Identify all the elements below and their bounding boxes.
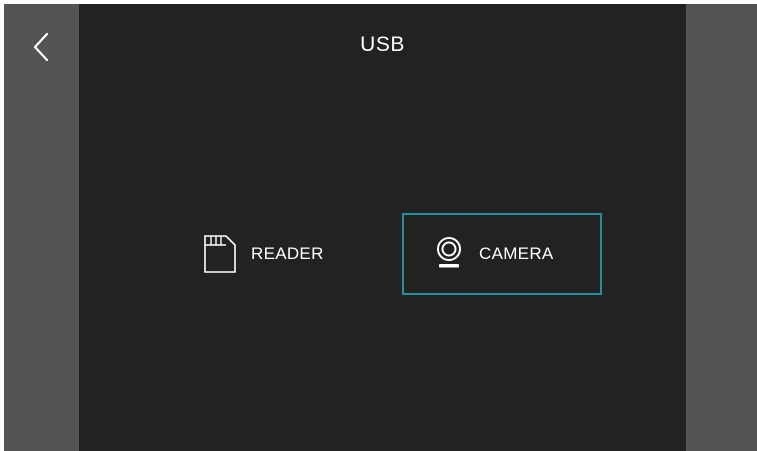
main-content: USB READER CAMERA bbox=[79, 4, 686, 451]
reader-option[interactable]: READER bbox=[194, 213, 384, 295]
camera-option[interactable]: CAMERA bbox=[402, 213, 602, 295]
sd-card-icon bbox=[203, 234, 237, 274]
camera-label: CAMERA bbox=[479, 244, 554, 263]
chevron-left-icon bbox=[33, 32, 49, 62]
right-rail bbox=[686, 4, 757, 451]
page-title: USB bbox=[360, 33, 405, 56]
device-screen: USB READER CAMERA bbox=[4, 4, 757, 451]
webcam-icon bbox=[435, 236, 463, 272]
reader-label: READER bbox=[251, 244, 324, 263]
left-rail bbox=[4, 4, 79, 451]
back-button[interactable] bbox=[24, 30, 58, 64]
